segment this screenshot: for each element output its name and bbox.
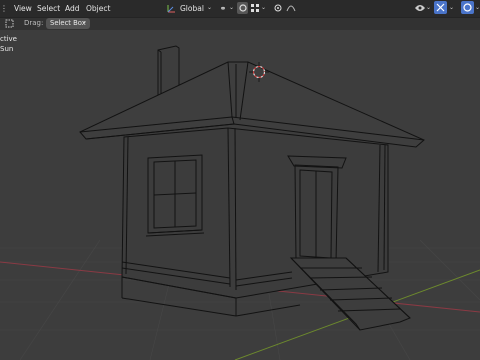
chevron-down-icon: ⌄ (229, 4, 235, 11)
menu-view[interactable]: View (14, 4, 32, 13)
menu-object[interactable]: Object (86, 4, 110, 13)
global-axis-icon (166, 2, 176, 14)
drag-mode-dropdown[interactable]: Select Box ⌄ (46, 18, 90, 29)
curve-icon[interactable] (285, 2, 297, 14)
drag-label: Drag: (24, 19, 44, 27)
drag-mode-value: Select Box (50, 19, 86, 27)
active-object-text: Sun (0, 45, 14, 53)
dot-grid-icon[interactable]: ⋮ (0, 3, 8, 14)
eye-icon[interactable] (414, 2, 425, 14)
pivot-dropdown[interactable]: ⚭ ⌄ (218, 2, 236, 14)
orientation-label: Global (180, 4, 204, 13)
grid-snap-icon (250, 2, 260, 14)
select-box-icon[interactable] (4, 18, 15, 29)
chevron-down-icon[interactable]: ⌄ (475, 4, 480, 11)
menu-select[interactable]: Select (37, 4, 60, 13)
viewport-header: ⋮ View Select Add Object Global ⌄ ⚭ ⌄ ⌄ … (0, 0, 480, 18)
chevron-down-icon[interactable]: ⌄ (449, 4, 454, 11)
chevron-down-icon: ⌄ (207, 4, 213, 11)
chevron-down-icon: ⌄ (261, 4, 267, 11)
menu-add[interactable]: Add (65, 4, 80, 13)
3d-viewport[interactable] (0, 0, 480, 360)
tool-settings-bar: Drag: Select Box ⌄ (0, 17, 480, 30)
magnet-icon[interactable] (237, 2, 248, 14)
chevron-down-icon[interactable]: ⌄ (426, 4, 431, 11)
chevron-down-icon: ⌄ (81, 18, 87, 25)
viewport-mode-text: ctive (0, 35, 17, 43)
axes-icon[interactable] (434, 1, 447, 14)
overlay-icon[interactable] (461, 1, 474, 14)
circle-dot-icon[interactable] (273, 2, 283, 14)
scene-canvas (0, 45, 480, 360)
link-icon: ⚭ (219, 3, 227, 13)
orientation-dropdown[interactable]: Global ⌄ (166, 2, 214, 14)
snap-mode-dropdown[interactable]: ⌄ (250, 2, 268, 14)
house-wireframe (79, 45, 425, 331)
